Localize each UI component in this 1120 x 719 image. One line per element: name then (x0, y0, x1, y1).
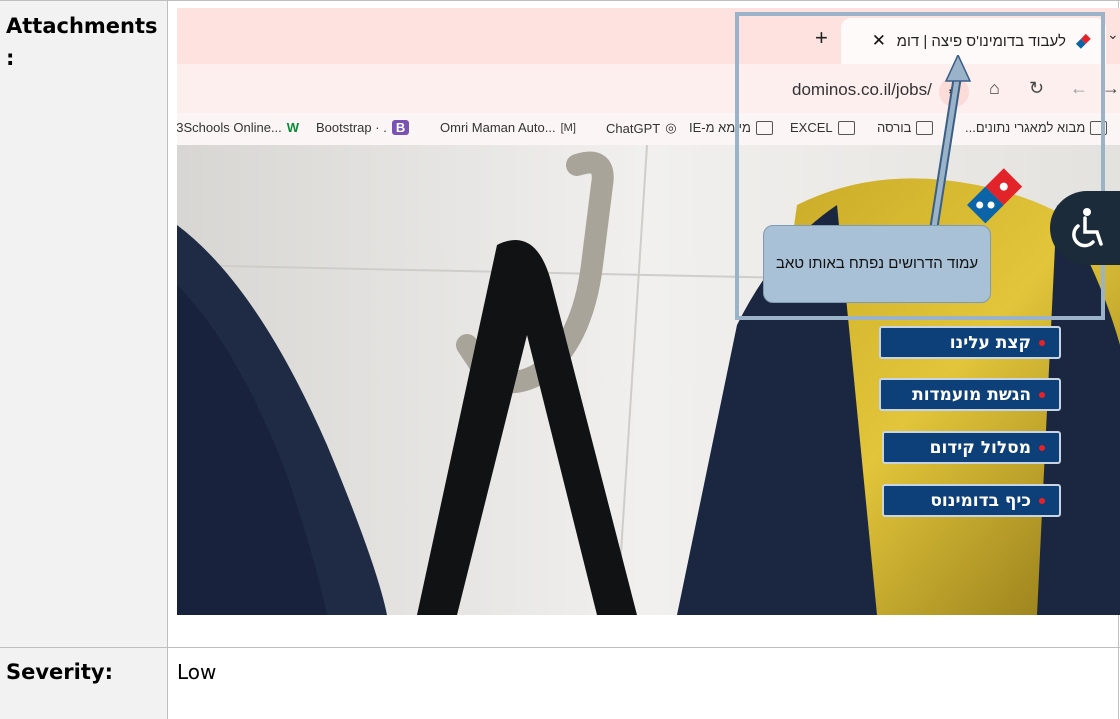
menu-career-button[interactable]: מסלול קידום (882, 431, 1061, 464)
attachments-label: Attachments (6, 14, 158, 38)
bookmark-label: W3Schools Online... (177, 120, 282, 135)
chatgpt-icon: ◎ (665, 120, 677, 135)
severity-label: Severity: (6, 660, 113, 684)
menu-label: הגשת מועמדות (912, 384, 1031, 405)
menu-label: מסלול קידום (929, 437, 1031, 458)
bookmark-label: Omri Maman Auto... (440, 120, 556, 135)
bullet-dot (1039, 391, 1045, 398)
menu-label: כיף בדומינוס (930, 490, 1031, 511)
bookmark-label: Bootstrap · . (316, 120, 387, 135)
callout-note: עמוד הדרושים נפתח באותו טאב (763, 225, 991, 303)
wheelchair-icon (1072, 208, 1103, 248)
bootstrap-icon: B (391, 120, 410, 135)
top-border (0, 0, 1120, 1)
label-column (0, 0, 167, 719)
accessibility-button[interactable] (1050, 191, 1120, 265)
menu-apply-button[interactable]: הגשת מועמדות (879, 378, 1061, 411)
attachments-colon: : (6, 46, 15, 70)
menu-label: קצת עלינו (949, 332, 1031, 353)
menu-fun-button[interactable]: כיף בדומינוס (882, 484, 1061, 517)
bullet-dot (1039, 339, 1045, 346)
tab-search-chevron-icon[interactable]: ⌄ (1107, 26, 1119, 43)
bookmark-w3schools[interactable]: W3Schools Online... W (177, 120, 299, 135)
bullet-dot (1039, 444, 1045, 451)
callout-arrow (929, 55, 972, 228)
bookmark-chatgpt[interactable]: ChatGPT ◎ (606, 120, 677, 136)
row-divider (0, 647, 1120, 648)
bookmark-omri[interactable]: Omri Maman Auto... [M] (440, 120, 576, 135)
severity-value: Low (177, 660, 217, 684)
bookmark-bootstrap[interactable]: Bootstrap · . B (316, 120, 410, 135)
omri-icon: [M] (560, 121, 576, 134)
bookmark-label: ChatGPT (606, 120, 661, 136)
bullet-dot (1039, 497, 1045, 504)
w3schools-icon: W (286, 120, 300, 135)
menu-about-button[interactable]: קצת עלינו (879, 326, 1061, 359)
column-divider (167, 0, 168, 719)
